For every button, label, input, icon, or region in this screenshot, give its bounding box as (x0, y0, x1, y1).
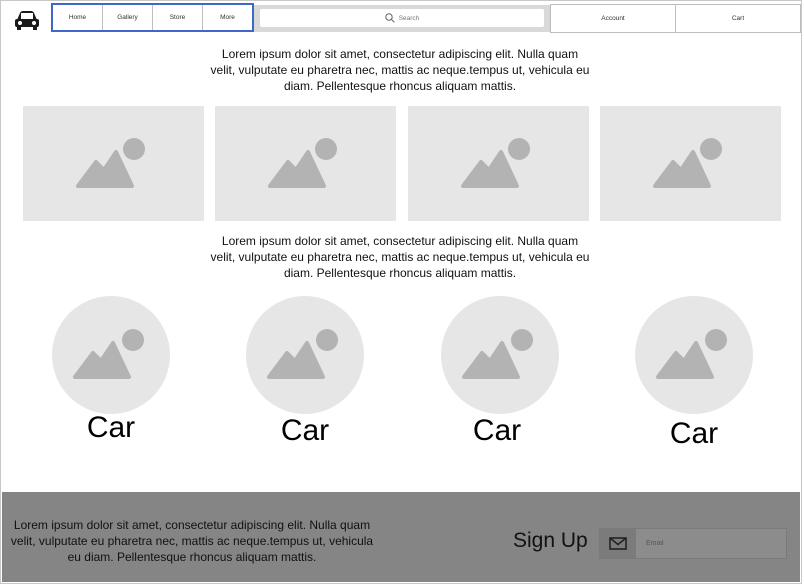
nav-item-store[interactable]: Store (153, 5, 203, 30)
signup-label: Sign Up (513, 529, 588, 552)
search-bar: Search (254, 5, 550, 32)
gallery-image-2[interactable] (215, 106, 396, 221)
car-label-4: Car (669, 417, 719, 450)
gallery-image-4[interactable] (600, 106, 781, 221)
mail-icon (609, 537, 627, 550)
cart-link[interactable]: Cart (676, 5, 800, 32)
car-label-3: Car (472, 414, 522, 447)
secondary-text: Lorem ipsum dolor sit amet, consectetur … (210, 234, 590, 280)
car-label-2: Car (280, 414, 330, 447)
account-link[interactable]: Account (551, 5, 676, 32)
car-image-2[interactable] (246, 296, 364, 414)
car-image-1[interactable] (52, 296, 170, 414)
image-placeholder-icon (75, 137, 145, 188)
main-nav: Home Gallery Store More (51, 3, 254, 32)
gallery-image-3[interactable] (408, 106, 589, 221)
image-placeholder-icon (656, 329, 727, 379)
image-placeholder-icon (267, 137, 337, 188)
search-placeholder: Search (398, 14, 420, 22)
image-placeholder-icon (267, 329, 338, 379)
image-placeholder-icon (462, 329, 533, 379)
account-cart-bar: Account Cart (550, 4, 801, 33)
car-label-1: Car (86, 411, 136, 444)
nav-item-gallery[interactable]: Gallery (103, 5, 153, 30)
intro-text: Lorem ipsum dolor sit amet, consectetur … (210, 47, 590, 93)
image-placeholder-icon (73, 329, 144, 379)
email-signup-field (599, 528, 787, 559)
image-placeholder-icon (460, 137, 530, 188)
email-input[interactable] (636, 529, 786, 558)
car-image-3[interactable] (441, 296, 559, 414)
nav-item-more[interactable]: More (203, 5, 252, 30)
footer-text: Lorem ipsum dolor sit amet, consectetur … (10, 518, 374, 564)
search-input[interactable]: Search (260, 9, 544, 27)
footer: Lorem ipsum dolor sit amet, consectetur … (2, 492, 800, 582)
mail-button[interactable] (600, 529, 636, 558)
gallery-image-1[interactable] (23, 106, 204, 221)
car-image-4[interactable] (635, 296, 753, 414)
nav-item-home[interactable]: Home (53, 5, 103, 30)
search-icon (384, 13, 395, 23)
image-placeholder-icon (652, 137, 722, 188)
car-icon[interactable] (14, 8, 40, 32)
